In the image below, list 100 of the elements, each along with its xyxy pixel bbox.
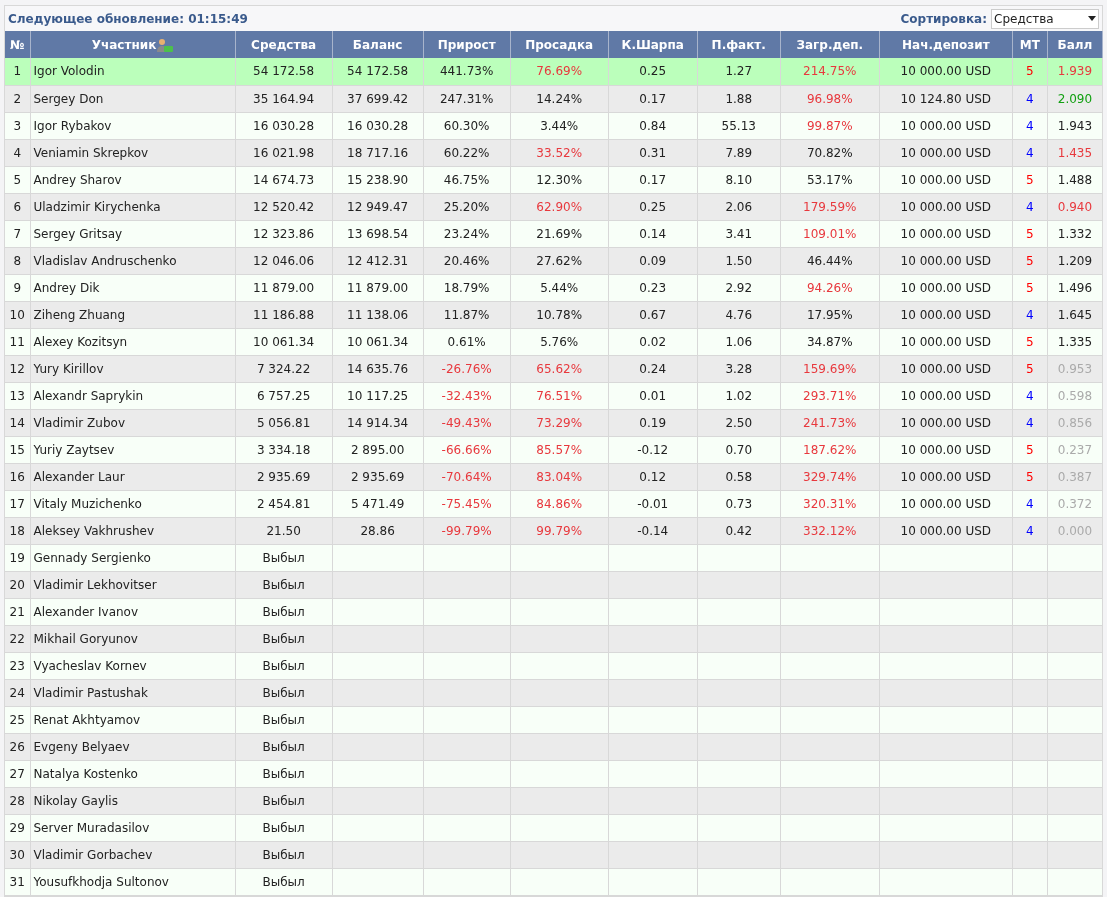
table-cell: 0.84	[639, 118, 667, 133]
column-header[interactable]: Просадка	[525, 35, 594, 54]
column-header[interactable]: Балл	[1057, 35, 1093, 54]
table-cell: 35 164.94	[253, 91, 315, 106]
participant-name: Server Muradasilov	[33, 820, 150, 835]
column-header[interactable]: Прирост	[437, 35, 496, 54]
participant-name: Vitaly Muzichenko	[33, 496, 142, 511]
participant-name: Uladzimir Kirychenka	[33, 199, 161, 214]
table-cell: 12 949.47	[347, 199, 409, 214]
table-cell: 2 454.81	[256, 496, 311, 511]
table-cell: 5	[1026, 226, 1034, 241]
rank-cell: 10	[9, 307, 25, 322]
table-cell: 0.09	[639, 253, 667, 268]
table-cell: 34.87%	[806, 334, 853, 349]
rank-cell: 2	[13, 91, 22, 106]
caret-icon	[1088, 16, 1096, 21]
table-cell: 5	[1026, 64, 1034, 79]
rank-cell: 29	[9, 820, 25, 835]
table-cell: 10 000.00 USD	[900, 118, 992, 133]
table-cell: 60.22%	[443, 145, 490, 160]
participant-name: Sergey Don	[33, 91, 104, 106]
rank-cell: 12	[9, 361, 25, 376]
rank-cell: 1	[13, 64, 22, 79]
table-cell: 0.387	[1057, 469, 1093, 484]
table-cell: 5 471.49	[350, 496, 405, 511]
table-cell: 10 000.00 USD	[900, 199, 992, 214]
table-cell: 27.62%	[536, 253, 583, 268]
table-cell: 65.62%	[536, 361, 583, 376]
participant-name: Igor Rybakov	[33, 118, 112, 133]
table-cell: 0.12	[639, 469, 667, 484]
participant-name: Alexandr Saprykin	[33, 388, 144, 403]
column-header[interactable]: Баланс	[352, 35, 403, 54]
table-cell: 1.27	[725, 64, 753, 79]
table-cell: 5	[1026, 172, 1034, 187]
table-cell: 2 935.69	[350, 469, 405, 484]
table-cell: 5	[1026, 334, 1034, 349]
table-cell: 3 334.18	[256, 442, 311, 457]
sort-dropdown[interactable]: Средства	[991, 8, 1099, 29]
table-cell: 15 238.90	[347, 172, 409, 187]
table-cell: 5	[1026, 469, 1034, 484]
participant-name: Sergey Gritsay	[33, 226, 123, 241]
column-header[interactable]: П.факт.	[711, 35, 766, 54]
table-cell: 332.12%	[803, 523, 857, 538]
table-cell: 6 757.25	[256, 388, 311, 403]
table-cell: Выбыл	[262, 766, 305, 781]
table-cell: 14.24%	[536, 91, 583, 106]
column-header[interactable]: Нач.депозит	[902, 35, 990, 54]
column-header[interactable]: №	[10, 35, 25, 54]
table-cell: 16 030.28	[347, 118, 409, 133]
table-cell: -70.64%	[441, 469, 492, 484]
table-cell: 10 000.00 USD	[900, 253, 992, 268]
table-cell: 99.87%	[806, 118, 853, 133]
column-header[interactable]: Загр.деп.	[796, 35, 864, 54]
table-cell: 10 000.00 USD	[900, 361, 992, 376]
table-cell: 2.92	[725, 280, 753, 295]
column-header[interactable]: Участник	[91, 35, 157, 54]
table-cell: 10 000.00 USD	[900, 172, 992, 187]
table-cell: -49.43%	[441, 415, 492, 430]
table-cell: 4	[1026, 307, 1034, 322]
table-cell: 0.31	[639, 145, 667, 160]
rank-cell: 16	[9, 469, 25, 484]
table-cell: 0.67	[639, 307, 667, 322]
table-cell: 0.58	[725, 469, 753, 484]
table-cell: 10 000.00 USD	[900, 442, 992, 457]
rank-cell: 3	[13, 118, 22, 133]
table-cell: 0.237	[1057, 442, 1093, 457]
table-cell: 11 138.06	[347, 307, 409, 322]
table-cell: 4	[1026, 199, 1034, 214]
table-cell: 1.496	[1057, 280, 1093, 295]
table-cell: Выбыл	[262, 685, 305, 700]
participant-name: Nikolay Gaylis	[33, 793, 118, 808]
column-header[interactable]: МТ	[1019, 35, 1040, 54]
table-cell: 4	[1026, 91, 1034, 106]
table-cell: 55.13	[721, 118, 756, 133]
rank-cell: 13	[9, 388, 25, 403]
table-cell: 14 635.76	[347, 361, 409, 376]
table-cell: 179.59%	[803, 199, 857, 214]
participant-name: Vladimir Lekhovitser	[33, 577, 157, 592]
rank-cell: 22	[9, 631, 25, 646]
table-cell: 8.10	[725, 172, 753, 187]
table-cell: 10 000.00 USD	[900, 496, 992, 511]
table-cell: 1.06	[725, 334, 753, 349]
table-cell: 0.25	[639, 199, 667, 214]
participant-name: Aleksey Vakhrushev	[33, 523, 154, 538]
table-cell: 21.50	[266, 523, 301, 538]
table-cell: 33.52%	[536, 145, 583, 160]
rank-cell: 18	[9, 523, 25, 538]
table-cell: 10 000.00 USD	[900, 334, 992, 349]
table-cell: 5 056.81	[256, 415, 311, 430]
table-cell: 1.02	[725, 388, 753, 403]
table-cell: 28.86	[360, 523, 395, 538]
column-header[interactable]: Средства	[251, 35, 317, 54]
column-header[interactable]: К.Шарпа	[621, 35, 684, 54]
table-cell: 109.01%	[803, 226, 857, 241]
rank-cell: 31	[9, 874, 25, 889]
table-cell: 0.70	[725, 442, 753, 457]
table-cell: 10.78%	[536, 307, 583, 322]
table-cell: 10 000.00 USD	[900, 523, 992, 538]
table-cell: Выбыл	[262, 712, 305, 727]
table-cell: 21.69%	[536, 226, 583, 241]
